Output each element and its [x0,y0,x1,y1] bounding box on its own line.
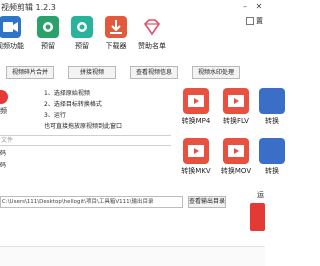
close-icon[interactable]: ✕ [253,0,265,14]
film-icon [223,138,249,164]
convert-mov-button[interactable]: 转换MOV [216,138,256,176]
output-path-row: C:\Users\111\Desktop\hellogit\项目\工具箱V111… [0,196,265,208]
panel-label: 频 [0,107,7,115]
circle-icon [37,16,59,38]
convert-flv-button[interactable]: 转换FLV [216,88,256,126]
toolbar-video-functions[interactable]: 视频功能 [0,16,30,51]
view-output-dir-button[interactable]: 查看输出目录 [188,196,226,208]
window-title: 视频剪辑 1.2.3 [1,3,56,12]
source-file-field[interactable]: 文件 [0,135,171,146]
title-bar: 视频剪辑 1.2.3 – ✕ [0,0,265,15]
convert-label: 转换MOV [220,167,252,175]
toolbar-item-label: 赞助名单 [138,42,166,50]
minimize-icon[interactable]: – [239,0,251,14]
codec-label-a: 码 [0,150,7,157]
step-1: 1、选择原始视频 [44,90,90,97]
run-button[interactable] [250,203,265,231]
tab-watermark[interactable]: 视频水印处理 [192,66,240,79]
tab-merge-fragments[interactable]: 视频碎片合并 [6,66,54,79]
record-icon [0,90,8,104]
toolbar-downloader[interactable]: 下载器 [96,16,136,51]
toolbar-item-label: 视频功能 [0,42,24,50]
run-label: 运 [257,191,264,199]
convert-label: 转换MP4 [181,117,211,125]
convert-mkv-button[interactable]: 转换MKV [176,138,216,176]
always-on-top-checkbox[interactable]: 置 [246,16,263,26]
tab-join-videos[interactable]: 拼接视频 [68,66,116,79]
instruction-steps: 1、选择原始视频 2、选择目标转换格式 3、运行 也可直接拖放原视频到此窗口 [44,88,122,132]
toolbar-item-label: 下载器 [105,42,127,50]
film-icon [183,138,209,164]
video-icon [0,16,21,38]
status-bar [0,246,265,266]
film-icon [183,88,209,114]
convert-other-button-2[interactable]: 转换 [252,138,292,176]
film-icon [259,138,285,164]
circle-icon [71,16,93,38]
download-icon [105,16,127,38]
function-tabs: 视频碎片合并 拼接视频 查看视频信息 视频水印处理 [0,64,265,80]
checkbox-label: 置 [256,17,263,25]
film-icon [223,88,249,114]
step-3: 3、运行 [44,112,66,119]
step-4: 也可直接拖放原视频到此窗口 [44,123,123,130]
step-2: 2、选择目标转换格式 [44,101,102,108]
diamond-icon [141,16,163,38]
convert-label: 转换 [265,167,279,175]
toolbar-sponsors[interactable]: 赞助名单 [132,16,172,51]
tab-video-info[interactable]: 查看视频信息 [130,66,178,79]
codec-label-b: 码 [0,162,7,169]
checkbox-box[interactable] [246,17,254,25]
convert-label: 转换MKV [181,167,211,175]
conversion-panel: 频 1、选择原始视频 2、选择目标转换格式 3、运行 也可直接拖放原视频到此窗口… [0,84,175,194]
output-path-input[interactable]: C:\Users\111\Desktop\hellogit\项目\工具箱V111… [0,196,183,208]
convert-label: 转换FLV [223,117,249,125]
convert-label: 转换 [265,117,279,125]
main-toolbar: 视频功能 预留 预留 下载器 赞助名单 [0,14,265,58]
convert-mp4-button[interactable]: 转换MP4 [176,88,216,126]
convert-other-button[interactable]: 转换 [252,88,292,126]
film-icon [259,88,285,114]
